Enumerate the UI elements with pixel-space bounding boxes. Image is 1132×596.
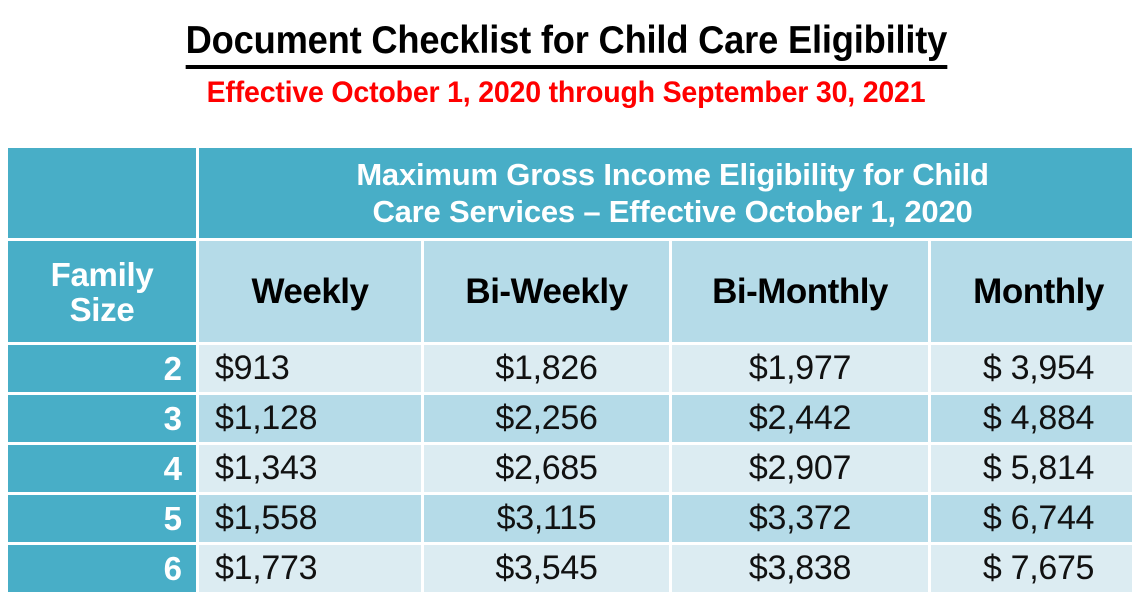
monthly-value: $ 3,954 [931,345,1132,392]
effective-period-subtitle: Effective October 1, 2020 through Septem… [206,76,926,109]
bi-monthly-value: $2,442 [672,395,928,442]
family-size-value: 6 [8,545,196,592]
bi-weekly-value: $3,545 [424,545,669,592]
column-header-bi-weekly: Bi-Weekly [424,241,669,342]
table-row: 5 $1,558 $3,115 $3,372 $ 6,744 [8,495,1132,542]
title-block: Document Checklist for Child Care Eligib… [0,18,1132,110]
table-row: 2 $913 $1,826 $1,977 $ 3,954 [8,345,1132,392]
family-size-value: 2 [8,345,196,392]
clipped-top-text [340,0,810,12]
table-banner-title: Maximum Gross Income Eligibility for Chi… [199,148,1132,238]
table-header-row: Family Size Weekly Bi-Weekly Bi-Monthly … [8,241,1132,342]
monthly-value: $ 7,675 [931,545,1132,592]
table-banner-row: Maximum Gross Income Eligibility for Chi… [8,148,1132,238]
column-header-family-size: Family Size [8,241,196,342]
banner-line-1: Maximum Gross Income Eligibility for Chi… [356,157,989,192]
column-header-bi-monthly: Bi-Monthly [672,241,928,342]
bi-monthly-value: $2,907 [672,445,928,492]
bi-monthly-value: $3,838 [672,545,928,592]
document-page: Document Checklist for Child Care Eligib… [0,0,1132,596]
bi-monthly-value: $1,977 [672,345,928,392]
banner-line-2: Care Services – Effective October 1, 202… [372,194,973,229]
bi-weekly-value: $1,826 [424,345,669,392]
monthly-value: $ 4,884 [931,395,1132,442]
page-title: Document Checklist for Child Care Eligib… [185,18,947,69]
weekly-value: $913 [199,345,421,392]
income-eligibility-table: Maximum Gross Income Eligibility for Chi… [5,145,1132,595]
column-header-weekly: Weekly [199,241,421,342]
family-size-value: 4 [8,445,196,492]
family-size-value: 5 [8,495,196,542]
monthly-value: $ 6,744 [931,495,1132,542]
weekly-value: $1,343 [199,445,421,492]
eligibility-table-wrapper: Maximum Gross Income Eligibility for Chi… [8,148,1132,592]
monthly-value: $ 5,814 [931,445,1132,492]
bi-monthly-value: $3,372 [672,495,928,542]
bi-weekly-value: $3,115 [424,495,669,542]
family-size-value: 3 [8,395,196,442]
table-row: 6 $1,773 $3,545 $3,838 $ 7,675 [8,545,1132,592]
banner-corner-cell [8,148,196,238]
bi-weekly-value: $2,256 [424,395,669,442]
weekly-value: $1,773 [199,545,421,592]
table-row: 3 $1,128 $2,256 $2,442 $ 4,884 [8,395,1132,442]
bi-weekly-value: $2,685 [424,445,669,492]
column-header-monthly: Monthly [931,241,1132,342]
weekly-value: $1,558 [199,495,421,542]
weekly-value: $1,128 [199,395,421,442]
table-row: 4 $1,343 $2,685 $2,907 $ 5,814 [8,445,1132,492]
family-size-line-2: Size [69,290,135,328]
family-size-line-1: Family [50,255,154,293]
